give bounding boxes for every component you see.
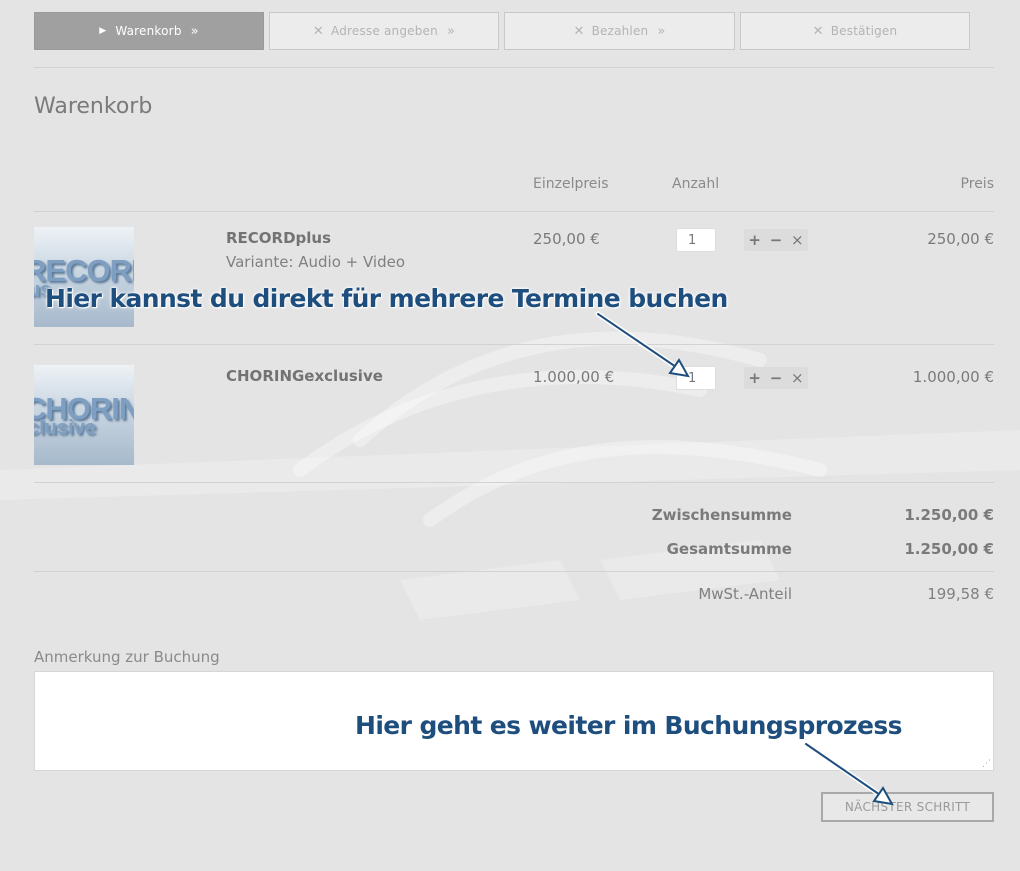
plus-icon[interactable]: + — [744, 367, 765, 389]
step-arrow: » — [446, 23, 456, 39]
subtotal-value: 1.250,00 € — [904, 506, 994, 524]
minus-icon[interactable]: − — [765, 367, 786, 389]
column-header-quantity: Anzahl — [672, 176, 720, 192]
next-step-button[interactable]: NÄCHSTER SCHRITT — [821, 792, 994, 822]
resize-grip-icon[interactable]: ⋰ — [982, 759, 991, 769]
step-label: Bestätigen — [830, 24, 898, 38]
total-label: Gesamtsumme — [666, 540, 792, 558]
step-confirm[interactable]: ✕ Bestätigen — [740, 12, 970, 50]
divider — [34, 211, 994, 212]
divider — [34, 571, 994, 572]
quantity-controls: + − × — [744, 367, 808, 389]
annotation-next-step: Hier geht es weiter im Buchungsprozess — [355, 711, 903, 740]
divider — [34, 344, 994, 345]
quantity-input[interactable] — [676, 366, 716, 390]
close-icon: ✕ — [812, 23, 824, 39]
divider — [34, 482, 994, 483]
product-name[interactable]: CHORINGexclusive — [226, 367, 383, 385]
step-payment[interactable]: ✕ Bezahlen » — [504, 12, 735, 50]
unit-price: 250,00 € — [533, 230, 600, 248]
play-icon: ▶ — [99, 26, 107, 36]
step-cart[interactable]: ▶ Warenkorb » — [34, 12, 264, 50]
line-price: 1.000,00 € — [912, 368, 994, 386]
thumbnail-text: clusive — [34, 417, 96, 439]
remove-icon[interactable]: × — [787, 229, 808, 251]
page-title: Warenkorb — [34, 94, 153, 119]
close-icon: ✕ — [312, 23, 324, 39]
note-label: Anmerkung zur Buchung — [34, 648, 220, 666]
remove-icon[interactable]: × — [787, 367, 808, 389]
product-thumbnail[interactable]: CHORIN clusive — [34, 365, 134, 465]
quantity-controls: + − × — [744, 229, 808, 251]
column-header-unit-price: Einzelpreis — [533, 176, 609, 192]
vat-value: 199,58 € — [927, 585, 994, 603]
vat-label: MwSt.-Anteil — [698, 585, 792, 603]
quantity-input[interactable] — [676, 228, 716, 252]
divider — [34, 67, 994, 68]
plus-icon[interactable]: + — [744, 229, 765, 251]
column-header-price: Preis — [960, 176, 994, 192]
unit-price: 1.000,00 € — [533, 368, 615, 386]
step-arrow: » — [190, 23, 199, 39]
step-address[interactable]: ✕ Adresse angeben » — [269, 12, 499, 50]
subtotal-label: Zwischensumme — [651, 506, 792, 524]
step-arrow: » — [657, 23, 666, 39]
close-icon: ✕ — [573, 23, 585, 39]
line-price: 250,00 € — [927, 230, 994, 248]
step-label: Bezahlen — [591, 24, 649, 38]
total-value: 1.250,00 € — [904, 540, 994, 558]
step-label: Warenkorb — [115, 24, 182, 38]
product-variant: Variante: Audio + Video — [226, 253, 406, 271]
minus-icon[interactable]: − — [765, 229, 786, 251]
product-name[interactable]: RECORDplus — [226, 229, 331, 247]
annotation-multi-booking: Hier kannst du direkt für mehrere Termin… — [45, 284, 728, 313]
step-label: Adresse angeben — [331, 24, 438, 38]
